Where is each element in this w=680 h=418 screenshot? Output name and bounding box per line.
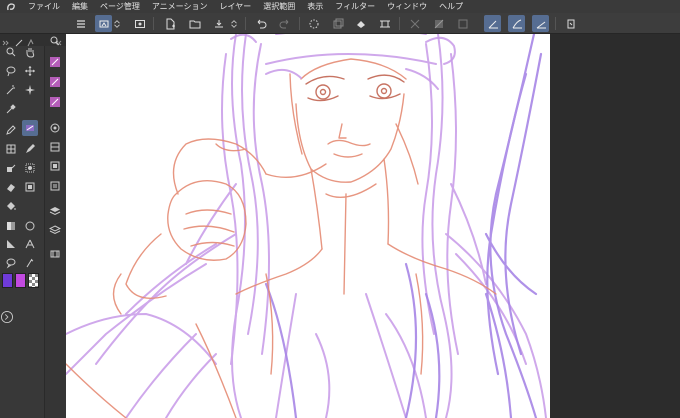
- stabilizer-3-icon[interactable]: [532, 15, 549, 32]
- loading-icon[interactable]: [305, 15, 322, 32]
- subtool-history-icon[interactable]: [47, 178, 63, 194]
- view-stepper-icon[interactable]: [112, 15, 122, 32]
- wand-icon[interactable]: [3, 82, 19, 98]
- menu-animation[interactable]: アニメーション: [146, 0, 214, 13]
- gradient-icon[interactable]: [3, 218, 19, 234]
- menu-bar: ファイル 編集 ページ管理 アニメーション レイヤー 選択範囲 表示 フィルター…: [0, 0, 680, 13]
- menu-view[interactable]: 表示: [301, 0, 329, 13]
- canvas-view-icon[interactable]: [95, 15, 112, 32]
- menu-help[interactable]: ヘルプ: [433, 0, 469, 13]
- magnifier-icon[interactable]: [3, 44, 19, 60]
- decoration-icon[interactable]: [22, 179, 38, 195]
- main-color-swatch[interactable]: [2, 273, 13, 288]
- quick-access-icon[interactable]: [0, 308, 16, 326]
- eyedropper-icon[interactable]: [3, 101, 19, 117]
- save-stepper-icon[interactable]: [229, 15, 239, 32]
- pencil-icon[interactable]: [22, 120, 38, 136]
- move-icon[interactable]: [22, 63, 38, 79]
- correction-icon[interactable]: [22, 255, 38, 271]
- subtool-layer-icon[interactable]: [47, 203, 63, 219]
- menu-filter[interactable]: フィルター: [329, 0, 381, 13]
- subtool-material-icon[interactable]: [47, 139, 63, 155]
- airbrush-icon[interactable]: [3, 160, 19, 176]
- app-logo[interactable]: [0, 0, 22, 13]
- undo-icon[interactable]: [252, 15, 269, 32]
- pen-icon[interactable]: [3, 122, 19, 138]
- open-icon[interactable]: [186, 15, 203, 32]
- preview-icon[interactable]: [131, 15, 148, 32]
- menu-window[interactable]: ウィンドウ: [381, 0, 433, 13]
- new-canvas-icon[interactable]: [161, 15, 178, 32]
- subtool-color-set-icon[interactable]: [47, 158, 63, 174]
- sub-color-swatch[interactable]: [15, 273, 26, 288]
- fill-icon[interactable]: [352, 15, 369, 32]
- sparkle-icon[interactable]: [22, 82, 38, 98]
- transform-icon[interactable]: [376, 15, 393, 32]
- subtool-clear-icon[interactable]: [47, 33, 63, 49]
- text-icon[interactable]: [22, 236, 38, 252]
- subtool-preset-2-icon[interactable]: [47, 74, 63, 90]
- hand-icon[interactable]: [22, 44, 38, 60]
- menu-selection[interactable]: 選択範囲: [257, 0, 301, 13]
- brush-icon[interactable]: [3, 141, 19, 157]
- marker-icon[interactable]: [22, 141, 38, 157]
- snap-special-icon[interactable]: [454, 15, 471, 32]
- menu-layer[interactable]: レイヤー: [214, 0, 258, 13]
- menu-edit[interactable]: 編集: [66, 0, 94, 13]
- sketch-artwork: [66, 34, 547, 418]
- eraser-icon[interactable]: [3, 179, 19, 195]
- circle-icon[interactable]: [22, 218, 38, 234]
- subtool-navigator-icon[interactable]: [47, 120, 63, 136]
- snap-ruler-icon[interactable]: [406, 15, 423, 32]
- subtool-animation-icon[interactable]: [47, 246, 63, 262]
- companion-icon[interactable]: [562, 15, 579, 32]
- redo-icon[interactable]: [276, 15, 293, 32]
- subtool-layer-property-icon[interactable]: [47, 222, 63, 238]
- clear-layer-icon[interactable]: [329, 15, 346, 32]
- hamburger-icon[interactable]: [72, 15, 89, 32]
- ruler-icon[interactable]: [3, 236, 19, 252]
- fill-bucket-icon[interactable]: [3, 198, 19, 214]
- blend-icon[interactable]: [22, 160, 38, 176]
- subtool-preset-3-icon[interactable]: [47, 94, 63, 110]
- drawing-canvas[interactable]: [66, 34, 550, 418]
- subtool-preset-1-icon[interactable]: [47, 54, 63, 70]
- right-empty-area: [550, 34, 680, 418]
- snap-grid-icon[interactable]: [430, 15, 447, 32]
- command-bar: [0, 13, 680, 34]
- app-window: ファイル 編集 ページ管理 アニメーション レイヤー 選択範囲 表示 フィルター…: [0, 0, 680, 418]
- balloon-icon[interactable]: [3, 255, 19, 271]
- save-icon[interactable]: [210, 15, 227, 32]
- menu-file[interactable]: ファイル: [22, 0, 66, 13]
- menu-page[interactable]: ページ管理: [94, 0, 146, 13]
- transparent-color-swatch[interactable]: [28, 273, 39, 288]
- stabilizer-2-icon[interactable]: [508, 15, 525, 32]
- stabilizer-1-icon[interactable]: [484, 15, 501, 32]
- lasso-icon[interactable]: [3, 63, 19, 79]
